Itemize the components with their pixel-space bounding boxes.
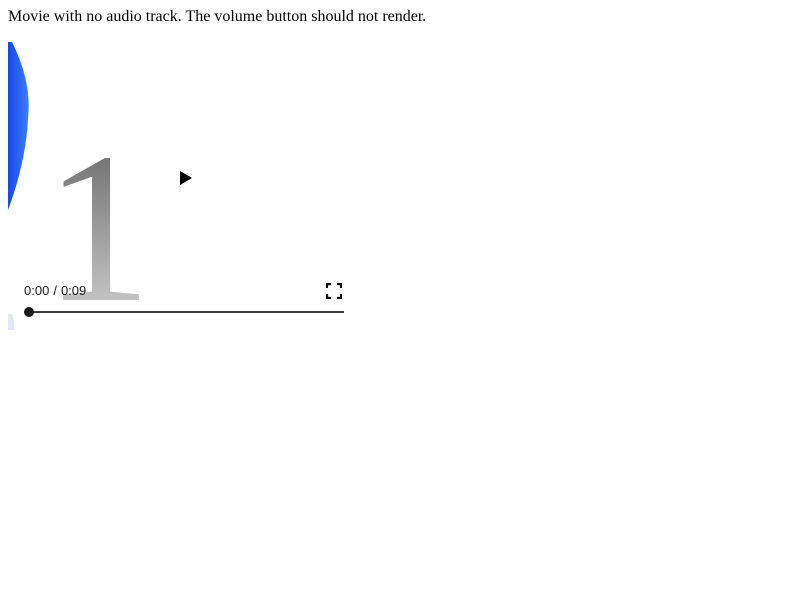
- timeline-track: [28, 311, 344, 313]
- video-controls: 0:00/0:09: [8, 42, 360, 330]
- fullscreen-icon: [326, 283, 342, 299]
- timeline-scrubber[interactable]: [24, 306, 344, 318]
- fullscreen-button[interactable]: [322, 279, 346, 303]
- duration: 0:09: [60, 283, 87, 298]
- time-display: 0:00/0:09: [24, 282, 86, 300]
- play-icon: [180, 171, 192, 185]
- timeline-thumb[interactable]: [24, 307, 34, 317]
- video-player[interactable]: 1 0:00/0:09: [8, 42, 360, 330]
- page-description: Movie with no audio track. The volume bu…: [8, 8, 427, 25]
- current-time: 0:00: [24, 283, 50, 298]
- time-separator: /: [53, 283, 57, 298]
- play-button[interactable]: [170, 162, 202, 194]
